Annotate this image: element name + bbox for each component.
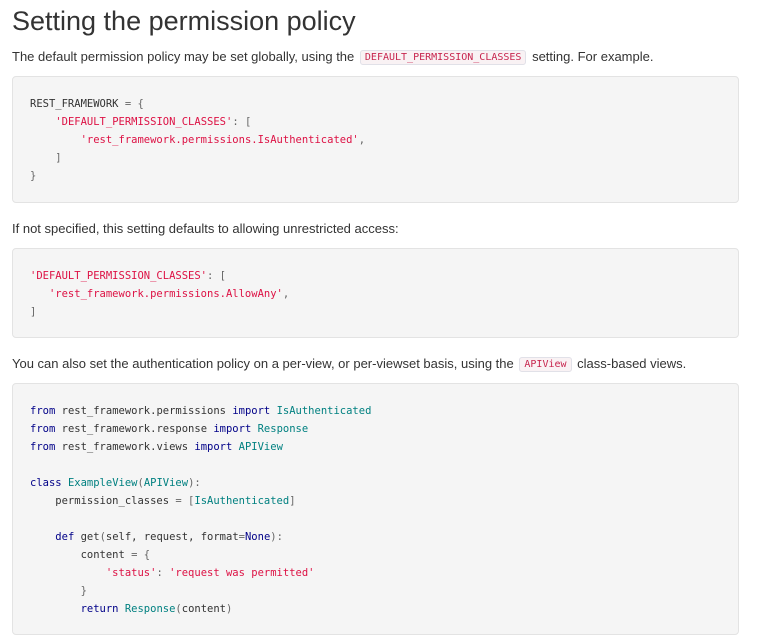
code-token: , xyxy=(358,134,366,146)
code-line: } xyxy=(30,167,721,185)
code-block-defaults[interactable]: 'DEFAULT_PERMISSION_CLASSES': [ 'rest_fr… xyxy=(12,248,739,338)
code-token: } xyxy=(30,170,37,182)
paragraph-text: setting. For example. xyxy=(532,49,654,64)
code-line: class ExampleView(APIView): xyxy=(30,474,721,492)
code-line: from rest_framework.response import Resp… xyxy=(30,420,721,438)
code-token: 'rest_framework.permissions.AllowAny' xyxy=(48,288,283,300)
code-token: from xyxy=(30,423,56,435)
code-token: IsAuthenticated xyxy=(276,405,372,417)
code-token: APIView xyxy=(143,477,189,489)
code-token: ] xyxy=(30,306,37,318)
paragraph-per-view: You can also set the authentication poli… xyxy=(12,355,686,374)
code-token: = { xyxy=(131,549,151,561)
code-token: None xyxy=(244,531,271,543)
paragraph-text: class-based views. xyxy=(577,356,687,371)
code-token: } xyxy=(30,585,87,597)
code-token: rest_framework.views xyxy=(55,441,195,453)
code-token: , xyxy=(282,288,290,300)
code-token: import xyxy=(213,423,252,435)
code-token: 'DEFAULT_PERMISSION_CLASSES' xyxy=(30,270,208,282)
code-token: ): xyxy=(188,477,201,489)
code-line: } xyxy=(30,582,721,600)
code-token: from xyxy=(30,441,56,453)
code-token: ) xyxy=(226,603,233,615)
code-token: get xyxy=(74,531,100,543)
code-token: = [ xyxy=(175,495,195,507)
code-token: Response xyxy=(124,603,176,615)
code-block-example-view[interactable]: from rest_framework.permissions import I… xyxy=(12,383,739,635)
code-token: REST_FRAMEWORK xyxy=(30,98,125,110)
code-token: rest_framework.permissions xyxy=(55,405,233,417)
code-line: def get(self, request, format=None): xyxy=(30,528,721,546)
code-token: return xyxy=(80,603,119,615)
code-line: content = { xyxy=(30,546,721,564)
code-line: permission_classes = [IsAuthenticated] xyxy=(30,492,721,510)
code-token: from xyxy=(30,405,56,417)
code-token: ): xyxy=(270,531,283,543)
code-token: = { xyxy=(124,98,144,110)
code-block-settings[interactable]: REST_FRAMEWORK = { 'DEFAULT_PERMISSION_C… xyxy=(12,76,739,203)
code-line: from rest_framework.permissions import I… xyxy=(30,402,721,420)
code-line: 'rest_framework.permissions.AllowAny', xyxy=(30,285,721,303)
code-line: ] xyxy=(30,149,721,167)
code-token: def xyxy=(55,531,75,543)
paragraph-default-policy: The default permission policy may be set… xyxy=(12,48,653,67)
code-token: ExampleView xyxy=(67,477,138,489)
code-token: IsAuthenticated xyxy=(194,495,290,507)
code-token: import xyxy=(232,405,271,417)
code-token: permission_classes xyxy=(30,495,176,507)
paragraph-text: If not specified, this setting defaults … xyxy=(12,221,399,236)
code-token: ] xyxy=(289,495,296,507)
code-token: ] xyxy=(30,152,62,164)
code-line: return Response(content) xyxy=(30,600,721,618)
code-line: REST_FRAMEWORK = { xyxy=(30,95,721,113)
code-token: import xyxy=(194,441,233,453)
code-token: 'status' xyxy=(105,567,157,579)
paragraph-text: The default permission policy may be set… xyxy=(12,49,355,64)
code-token: 'request was permitted' xyxy=(169,567,315,579)
code-line: from rest_framework.views import APIView xyxy=(30,438,721,456)
code-token: content xyxy=(30,549,132,561)
code-line: 'DEFAULT_PERMISSION_CLASSES': [ xyxy=(30,267,721,285)
code-line: ] xyxy=(30,303,721,321)
paragraph-text: You can also set the authentication poli… xyxy=(12,356,514,371)
code-token: : [ xyxy=(207,270,226,282)
code-line: 'rest_framework.permissions.IsAuthentica… xyxy=(30,131,721,149)
section-heading: Setting the permission policy xyxy=(12,6,356,36)
code-token: : xyxy=(156,567,170,579)
code-token: : [ xyxy=(232,116,252,128)
inline-code-default-permission-classes: DEFAULT_PERMISSION_CLASSES xyxy=(359,50,527,65)
code-token: Response xyxy=(257,423,309,435)
code-token: APIView xyxy=(238,441,283,453)
code-line: 'DEFAULT_PERMISSION_CLASSES': [ xyxy=(30,113,721,131)
code-line: 'status': 'request was permitted' xyxy=(30,564,721,582)
code-token: 'DEFAULT_PERMISSION_CLASSES' xyxy=(55,116,233,128)
paragraph-defaults: If not specified, this setting defaults … xyxy=(12,220,399,238)
code-token: content xyxy=(181,603,227,615)
code-token: class xyxy=(30,477,62,489)
code-token: 'rest_framework.permissions.IsAuthentica… xyxy=(80,134,359,146)
code-token: rest_framework.response xyxy=(55,423,214,435)
inline-code-apiview: APIView xyxy=(519,357,572,372)
code-token: self, request, format xyxy=(105,531,239,543)
